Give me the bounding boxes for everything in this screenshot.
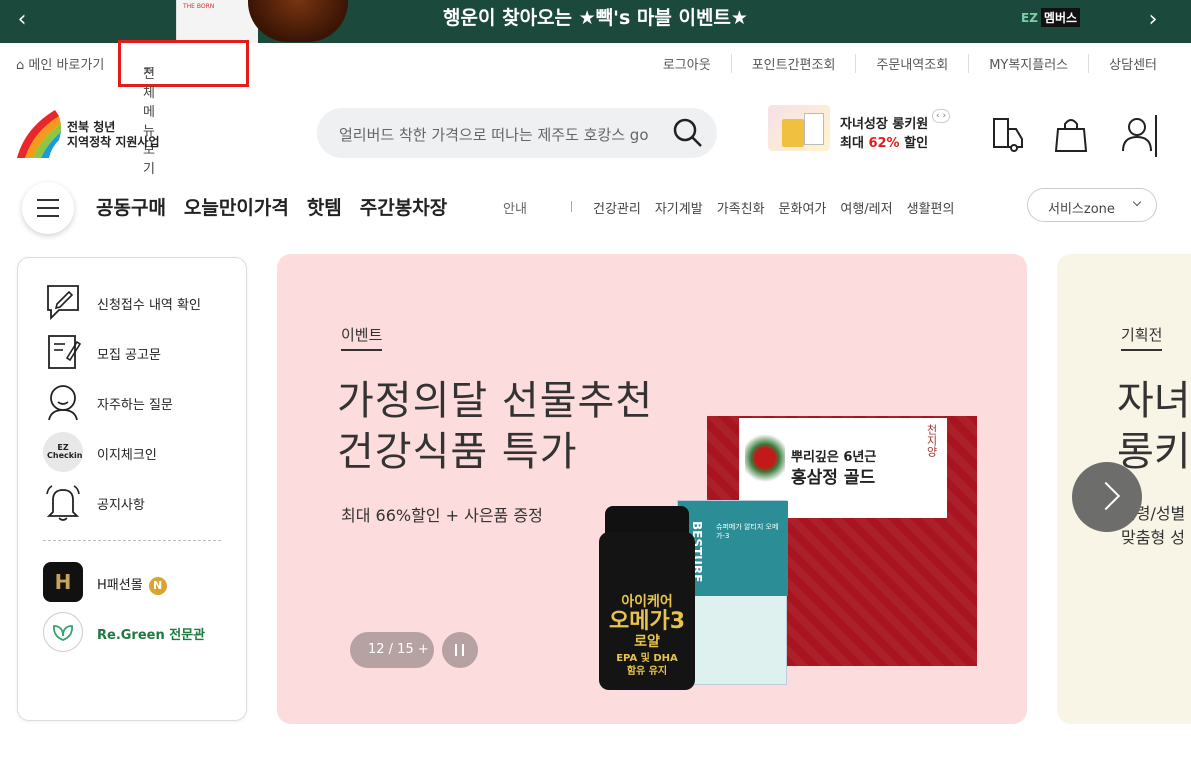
h-fashion-icon: H bbox=[43, 562, 83, 602]
user-profile-icon[interactable] bbox=[1120, 115, 1154, 153]
hero-subtitle: 최대 66%할인 + 사은품 증정 bbox=[341, 506, 543, 525]
teal-product-name: 슈퍼메가 알티지 오메가-3 bbox=[716, 523, 779, 540]
promo-title: 자녀성장 롱키원 bbox=[840, 117, 929, 132]
notice-document-icon bbox=[48, 335, 82, 369]
quick-item-notice[interactable]: 모집 공고문 bbox=[43, 332, 243, 372]
ez-checkin-icon: EZ Checkin bbox=[43, 432, 83, 472]
banner-next-button[interactable]: › bbox=[1133, 0, 1173, 43]
application-pen-icon bbox=[47, 285, 79, 321]
bottle-line-4: EPA 및 DHA bbox=[616, 653, 678, 664]
delivery-truck-icon[interactable] bbox=[990, 115, 1024, 153]
nav-separator bbox=[571, 201, 572, 212]
search-bar[interactable]: 얼리버드 착한 가격으로 떠나는 제주도 호캉스 go bbox=[317, 108, 717, 158]
promo-product-image bbox=[768, 105, 830, 151]
quick-item-label: 자주하는 질문 bbox=[97, 398, 173, 413]
bell-icon bbox=[46, 485, 80, 521]
nav-family[interactable]: 가족친화 bbox=[717, 198, 765, 217]
quick-menu-panel: 신청접수 내역 확인 모집 공고문 자주하는 질문 EZ Checkin 이지체… bbox=[17, 257, 247, 721]
hero-title: 가정의달 선물추천 건강식품 특가 bbox=[337, 378, 654, 475]
service-zone-dropdown[interactable]: 서비스zone bbox=[1027, 188, 1157, 222]
logo-mark-icon bbox=[17, 110, 61, 158]
main-nav: 공동구매 오늘만이가격 핫템 주간봉차장 bbox=[96, 193, 465, 220]
nav-weekly[interactable]: 주간봉차장 bbox=[360, 193, 447, 220]
redbox-line-1: 뿌리깊은 6년근 bbox=[791, 450, 877, 465]
point-check-link[interactable]: 포인트간편조회 bbox=[730, 54, 856, 73]
next-card-tag: 기획전 bbox=[1121, 324, 1163, 351]
quick-item-ez-checkin[interactable]: EZ Checkin 이지체크인 bbox=[43, 432, 243, 472]
quick-item-label: 이지체크인 bbox=[97, 448, 157, 463]
promo-nav-arrows[interactable]: ‹ › bbox=[932, 109, 951, 123]
nav-culture[interactable]: 문화여가 bbox=[779, 198, 827, 217]
support-center-link[interactable]: 상담센터 bbox=[1088, 54, 1157, 73]
regreen-leaf-icon bbox=[43, 612, 83, 652]
banner-text[interactable]: 행운이 찾아오는 ★빽's 마블 이벤트★ bbox=[0, 0, 1191, 36]
members-logo-text: 멤버스 bbox=[1040, 8, 1081, 27]
hero-tag: 이벤트 bbox=[341, 324, 383, 351]
promo-discount: 최대 62% 할인 bbox=[840, 136, 929, 151]
shopping-bag-icon[interactable] bbox=[1054, 115, 1088, 153]
bottle-line-5: 함유 유지 bbox=[626, 666, 668, 677]
logo-line-2: 지역정착 지원사업 bbox=[67, 135, 160, 149]
ez-logo-text: EZ bbox=[1021, 11, 1038, 25]
quick-item-label: 공지사항 bbox=[97, 498, 145, 513]
order-history-link[interactable]: 주문내역조회 bbox=[855, 54, 968, 73]
nav-health[interactable]: 건강관리 bbox=[593, 198, 641, 217]
quick-item-h-fashion[interactable]: H H패션몰 N bbox=[43, 562, 243, 602]
logo-line-1: 전북 청년 bbox=[67, 120, 116, 134]
quick-item-label: Re.Green 전문관 bbox=[97, 628, 206, 643]
search-icon[interactable] bbox=[673, 118, 703, 148]
service-zone-label: 서비스zone bbox=[1048, 202, 1115, 217]
bottle-line-3: 로얄 bbox=[634, 634, 660, 650]
top-banner[interactable]: ‹ THE BORN 행운이 찾아오는 ★빽's 마블 이벤트★ EZ 멤버스 › bbox=[0, 0, 1191, 43]
search-input[interactable]: 얼리버드 착한 가격으로 떠나는 제주도 호캉스 go bbox=[339, 124, 649, 145]
nav-group-buy[interactable]: 공동구매 bbox=[96, 193, 166, 220]
header-divider bbox=[1155, 115, 1157, 157]
redbox-line-2: 홍삼정 골드 bbox=[791, 468, 876, 488]
omega-bottle-product-image: 아이케어 오메가3 로얄 EPA 및 DHA 함유 유지 bbox=[599, 506, 695, 690]
category-menu-button[interactable] bbox=[22, 182, 74, 234]
header-promo[interactable]: 자녀성장 롱키원 최대 62% 할인 ‹ › bbox=[768, 103, 958, 155]
nav-travel[interactable]: 여행/레저 bbox=[840, 198, 892, 217]
new-badge: N bbox=[148, 577, 167, 595]
my-welfare-link[interactable]: MY복지플러스 bbox=[968, 54, 1088, 73]
logout-link[interactable]: 로그아웃 bbox=[643, 54, 731, 73]
chevron-right-icon bbox=[1091, 481, 1121, 511]
redbox-seal: 천지양 bbox=[925, 424, 938, 457]
ez-members-logo: EZ 멤버스 bbox=[1021, 8, 1081, 27]
quick-item-application[interactable]: 신청접수 내역 확인 bbox=[43, 282, 243, 322]
nav-living[interactable]: 생활편의 bbox=[907, 198, 955, 217]
nav-self-dev[interactable]: 자기계발 bbox=[655, 198, 703, 217]
bottle-line-2: 오메가3 bbox=[608, 609, 686, 634]
slide-counter-button[interactable]: 12 / 15 + bbox=[350, 632, 434, 668]
faq-person-icon bbox=[48, 385, 78, 421]
home-icon: ⌂ bbox=[16, 58, 25, 73]
quick-item-label: 모집 공고문 bbox=[97, 348, 161, 363]
quick-item-label: 신청접수 내역 확인 bbox=[97, 298, 201, 313]
chevron-down-icon bbox=[1132, 197, 1142, 207]
quick-item-label: H패션몰 bbox=[97, 578, 143, 593]
home-shortcut-label: 메인 바로가기 bbox=[28, 58, 105, 73]
all-menu-button[interactable]: ≡ 전체 메뉴보기 bbox=[118, 40, 249, 177]
utility-links: 로그아웃 포인트간편조회 주문내역조회 MY복지플러스 상담센터 bbox=[643, 54, 1157, 73]
pause-button[interactable] bbox=[442, 632, 478, 668]
category-nav: 건강관리 자기계발 가족친화 문화여가 여행/레저 생활편의 bbox=[593, 198, 968, 217]
utility-bar: ⌂ 메인 바로가기 ≡ 전체 메뉴보기 로그아웃 포인트간편조회 주문내역조회 … bbox=[0, 40, 1191, 177]
nav-info[interactable]: 안내 bbox=[503, 198, 527, 217]
quick-menu-divider bbox=[43, 540, 221, 541]
nav-hot-item[interactable]: 핫템 bbox=[307, 193, 342, 220]
home-shortcut[interactable]: ⌂ 메인 바로가기 bbox=[16, 54, 104, 73]
next-card-title: 자녀 롱키 bbox=[1117, 378, 1191, 475]
quick-item-regreen[interactable]: Re.Green 전문관 bbox=[43, 612, 243, 652]
hero-banner[interactable]: 이벤트 가정의달 선물추천 건강식품 특가 최대 66%할인 + 사은품 증정 … bbox=[277, 254, 1027, 724]
nav-today-price[interactable]: 오늘만이가격 bbox=[184, 193, 289, 220]
carousel-next-button[interactable] bbox=[1072, 462, 1142, 532]
quick-item-faq[interactable]: 자주하는 질문 bbox=[43, 382, 243, 422]
site-logo[interactable]: 전북 청년 지역정착 지원사업 bbox=[15, 108, 165, 160]
quick-item-notice-board[interactable]: 공지사항 bbox=[43, 482, 243, 522]
